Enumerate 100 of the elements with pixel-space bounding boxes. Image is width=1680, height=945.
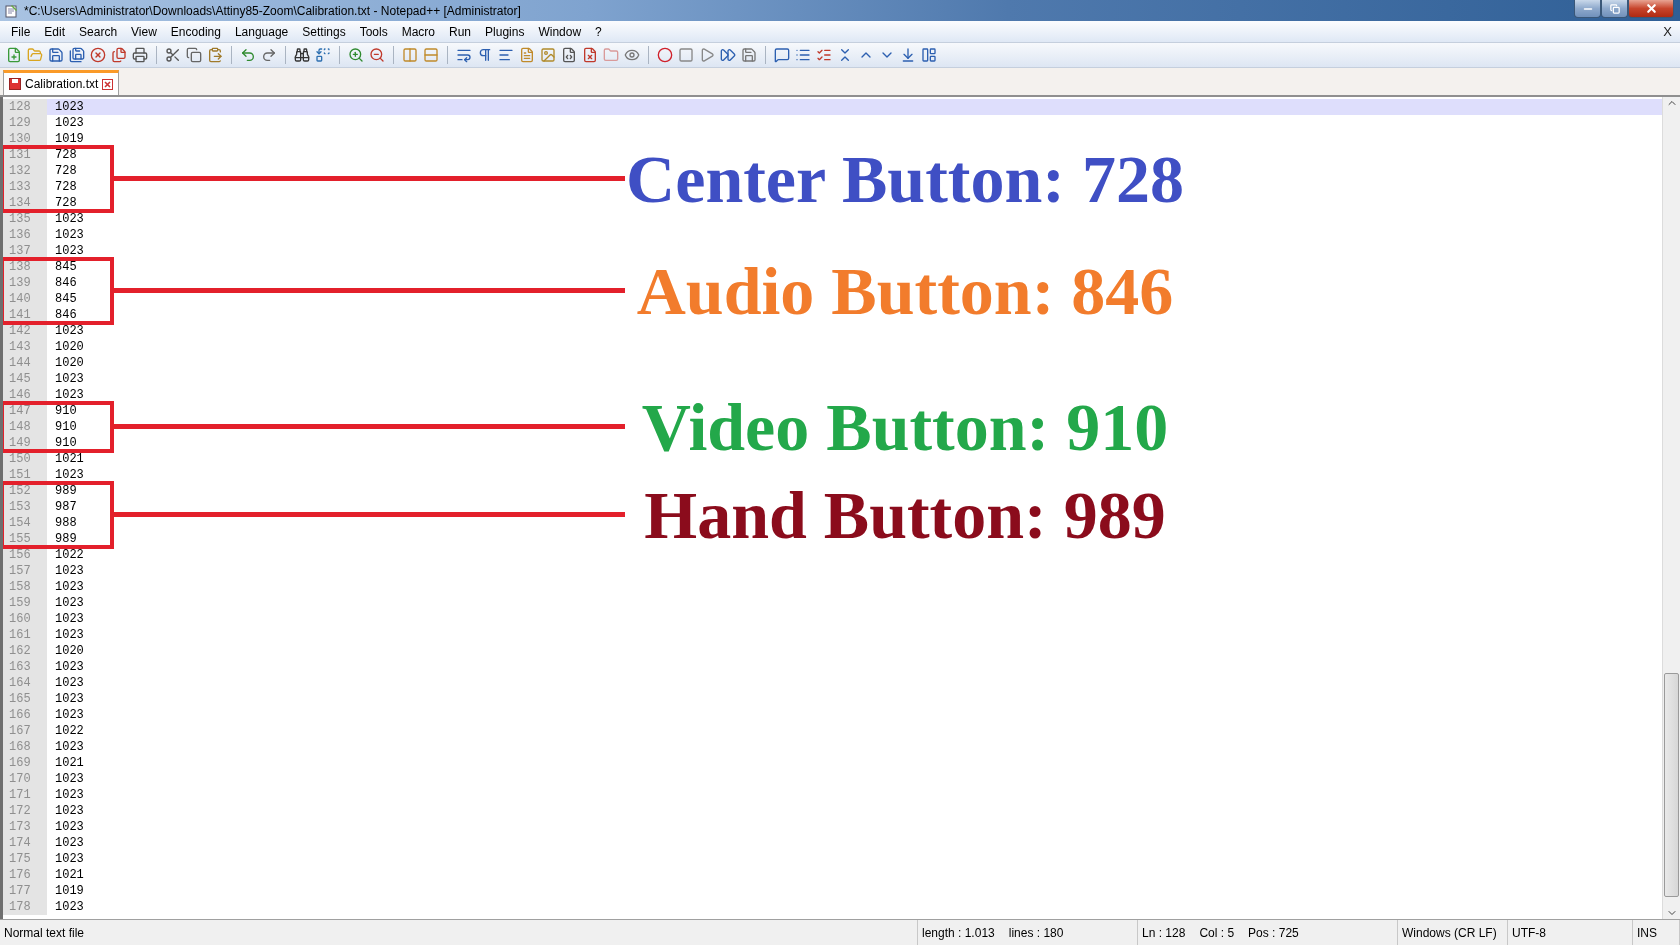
record-icon[interactable] <box>657 47 673 63</box>
line-number: 169 <box>3 755 47 771</box>
checklist-icon[interactable] <box>816 47 832 63</box>
status-text: Col : 5 <box>1199 925 1235 940</box>
comment-icon[interactable] <box>774 47 790 63</box>
menu-item[interactable]: Plugins <box>478 24 532 39</box>
menu-item[interactable]: Settings <box>295 24 353 39</box>
line-number: 140 <box>3 291 47 307</box>
menu-item[interactable]: View <box>124 24 164 39</box>
line-number: 166 <box>3 707 47 723</box>
line-number: 148 <box>3 419 47 435</box>
status-text: lines : 180 <box>1008 925 1064 940</box>
line-number: 174 <box>3 835 47 851</box>
vertical-scrollbar[interactable] <box>1662 97 1680 919</box>
menu-item[interactable]: Tools <box>352 24 395 39</box>
menu-item[interactable]: ? <box>588 24 609 39</box>
close-file-icon[interactable] <box>90 47 106 63</box>
new-file-icon[interactable] <box>6 47 22 63</box>
print-icon[interactable] <box>132 47 148 63</box>
status-text: Windows (CR LF) <box>1402 925 1497 940</box>
play-icon[interactable] <box>699 47 715 63</box>
close-tab-icon[interactable] <box>102 78 114 90</box>
menu-item[interactable]: Search <box>72 24 125 39</box>
close-icon <box>1644 2 1658 15</box>
copy-icon[interactable] <box>186 47 202 63</box>
menu-item[interactable]: Macro <box>394 24 442 39</box>
line-number: 160 <box>3 611 47 627</box>
line-number: 167 <box>3 723 47 739</box>
line-number: 143 <box>3 339 47 355</box>
line-number: 178 <box>3 899 47 915</box>
line-number: 154 <box>3 515 47 531</box>
line-number: 175 <box>3 851 47 867</box>
find-icon[interactable] <box>294 47 310 63</box>
close-document-button[interactable]: X <box>1663 24 1676 39</box>
wrap-icon[interactable] <box>456 47 472 63</box>
menu-item[interactable]: Edit <box>37 24 73 39</box>
line-number: 132 <box>3 163 47 179</box>
file-tab[interactable]: Calibration.txt <box>3 70 120 95</box>
line-number: 163 <box>3 659 47 675</box>
zoom-out-icon[interactable] <box>369 47 385 63</box>
line-number: 165 <box>3 691 47 707</box>
sync-horizontal-icon[interactable] <box>423 47 439 63</box>
restore-icon <box>1609 3 1620 14</box>
line-number: 158 <box>3 579 47 595</box>
status-text: Pos : 725 <box>1248 925 1299 940</box>
callout-label: Center Button: 728 <box>626 145 1184 213</box>
pilcrow-icon[interactable] <box>477 47 493 63</box>
notepad-icon <box>4 3 18 18</box>
floppy-stack-icon[interactable] <box>69 47 85 63</box>
sync-vertical-icon[interactable] <box>402 47 418 63</box>
menu-item[interactable]: Window <box>531 24 589 39</box>
callout-label: Video Button: 910 <box>641 393 1169 461</box>
menu-item[interactable]: File <box>4 24 38 39</box>
line-number: 153 <box>3 499 47 515</box>
status-text: Normal text file <box>4 925 85 940</box>
fast-forward-icon[interactable] <box>720 47 736 63</box>
undo-icon[interactable] <box>240 47 256 63</box>
line-number: 139 <box>3 275 47 291</box>
line-number: 161 <box>3 627 47 643</box>
window-title: *C:\Users\Administrator\Downloads\Attiny85-Zoom\Calibration.txt - Notepad++ [Administrator] <box>24 3 522 18</box>
scroll-thumb[interactable] <box>1664 673 1679 897</box>
save-macro-icon[interactable] <box>741 47 757 63</box>
eye-icon[interactable] <box>624 47 640 63</box>
line-number: 170 <box>3 771 47 787</box>
line-number: 177 <box>3 883 47 899</box>
replace-icon[interactable] <box>315 47 331 63</box>
callout-label: Hand Button: 989 <box>644 481 1166 549</box>
paste-icon[interactable] <box>207 47 223 63</box>
panel-icon[interactable] <box>921 47 937 63</box>
close-all-icon[interactable] <box>111 47 127 63</box>
scissors-icon[interactable] <box>165 47 181 63</box>
redo-icon[interactable] <box>261 47 277 63</box>
status-text: length : 1.013 <box>922 925 995 940</box>
minimize-button[interactable] <box>1574 0 1601 18</box>
line-number: 168 <box>3 739 47 755</box>
status-text: INS <box>1637 925 1657 940</box>
line-number: 157 <box>3 563 47 579</box>
status-text: UTF-8 <box>1512 925 1546 940</box>
document-icon[interactable] <box>519 47 535 63</box>
zoom-in-icon[interactable] <box>348 47 364 63</box>
menu-item[interactable]: Run <box>442 24 479 39</box>
line-number: 159 <box>3 595 47 611</box>
line-number: 171 <box>3 787 47 803</box>
line-number: 145 <box>3 371 47 387</box>
list-icon[interactable] <box>795 47 811 63</box>
menu-item[interactable]: Encoding <box>163 24 228 39</box>
function-list-icon[interactable] <box>561 47 577 63</box>
line-number: 162 <box>3 643 47 659</box>
line-number: 173 <box>3 819 47 835</box>
bottom-icon[interactable] <box>900 47 916 63</box>
maximize-button[interactable] <box>1601 0 1628 18</box>
menu-item[interactable]: Language <box>227 24 296 39</box>
floppy-icon[interactable] <box>48 47 64 63</box>
line-number: 144 <box>3 355 47 371</box>
close-button[interactable] <box>1628 0 1674 18</box>
line-number: 164 <box>3 675 47 691</box>
callout-label: Audio Button: 846 <box>636 257 1174 325</box>
line-number: 136 <box>3 227 47 243</box>
line-number: 128 <box>3 99 47 115</box>
document-x-icon[interactable] <box>582 47 598 63</box>
